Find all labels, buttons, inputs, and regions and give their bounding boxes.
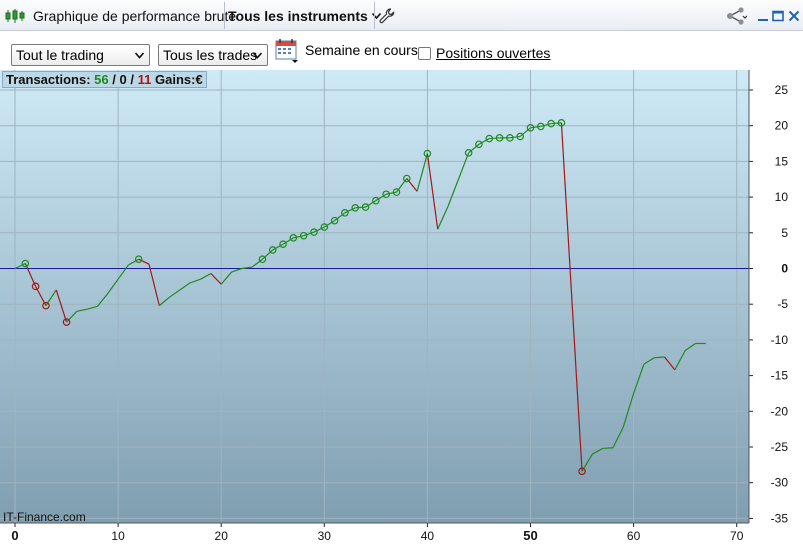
chevron-down-icon (252, 45, 263, 73)
gains-label: Gains: (154, 72, 196, 87)
wins-count: 56 (94, 72, 109, 87)
series-segment-up (551, 122, 562, 125)
instrument-scope-label: Tous les instruments (228, 7, 368, 24)
x-tick-label: 0 (11, 528, 18, 543)
x-tick-label: 40 (421, 529, 435, 543)
chart-svg: 2520151050-5-10-15-20-25-30-35 0 10 20 30 40… (0, 70, 789, 543)
y-tick-label: -10 (771, 333, 789, 347)
y-tick-label: -25 (771, 440, 789, 454)
trading-filter-value: Tout le trading (16, 47, 104, 63)
title-bar: Graphique de performance brute Tous les … (0, 0, 803, 31)
divider (374, 2, 375, 29)
transaction-stats: Transactions: 56 / 0 / 11 Gains:€ (2, 71, 207, 88)
x-tick-label: 30 (318, 529, 332, 543)
y-tick-label: 25 (775, 83, 789, 97)
y-tick-label: 20 (775, 119, 789, 133)
y-tick-label: 0 (781, 262, 788, 276)
y-tick-label: -35 (771, 511, 789, 525)
divider (224, 2, 225, 29)
trades-filter-value: Tous les trades (163, 47, 258, 63)
watermark: IT-Finance.com (3, 510, 86, 524)
plot-background (0, 70, 749, 523)
toolbar: Tout le trading Tous les trades Semaine … (0, 31, 803, 70)
series-segment-up (489, 137, 500, 140)
y-tick-label: -20 (771, 404, 789, 418)
series-segment-up (602, 447, 614, 450)
x-tick-label: 20 (215, 529, 229, 543)
neutral-count: 0 (119, 72, 127, 87)
x-tick-label: 10 (111, 529, 125, 543)
wrench-icon[interactable] (379, 0, 397, 31)
y-axis: 25 20 15 10 5 0 -5 -10 -15 -20 -25 -30 -35 (748, 70, 789, 525)
stats-separator: / (112, 72, 116, 87)
x-axis: 0 10 20 30 40 50 60 70 (0, 522, 749, 543)
instrument-scope-dropdown[interactable]: Tous les instruments (228, 0, 381, 31)
trades-filter-select[interactable]: Tous les trades (158, 44, 268, 66)
losses-count: 11 (137, 72, 152, 87)
transactions-label: Transactions: (6, 72, 91, 87)
performance-chart: 25 20 15 10 5 0 -5 -10 -15 -20 -25 -30 -35 0 10 20 30 40… (0, 70, 803, 544)
minimize-icon[interactable] (757, 0, 769, 31)
current-week-label[interactable]: Semaine en cours (305, 42, 418, 58)
candlestick-chart-icon (5, 0, 27, 31)
chevron-down-icon (134, 45, 145, 73)
gains-currency: € (195, 72, 203, 87)
trading-filter-select[interactable]: Tout le trading (11, 44, 150, 66)
series-segment-up (355, 206, 366, 209)
window-title: Graphique de performance brute (33, 7, 237, 24)
open-positions-checkbox[interactable] (418, 47, 431, 60)
y-tick-label: 15 (775, 154, 789, 168)
y-tick-label: 10 (775, 190, 789, 204)
stats-separator: / (130, 72, 134, 87)
share-icon[interactable] (725, 0, 747, 31)
x-tick-label: 70 (730, 529, 744, 543)
y-tick-label: 5 (781, 226, 788, 240)
x-tick-label: 50 (523, 528, 537, 543)
y-tick-label: -15 (771, 369, 789, 383)
series-segment-up (654, 356, 665, 359)
calendar-icon[interactable] (275, 38, 300, 64)
x-tick-label: 60 (627, 529, 641, 543)
y-tick-label: -30 (771, 476, 789, 490)
y-tick-label: -5 (777, 297, 788, 311)
close-icon[interactable] (788, 0, 800, 31)
maximize-icon[interactable] (772, 0, 784, 31)
open-positions-label[interactable]: Positions ouvertes (436, 45, 550, 61)
